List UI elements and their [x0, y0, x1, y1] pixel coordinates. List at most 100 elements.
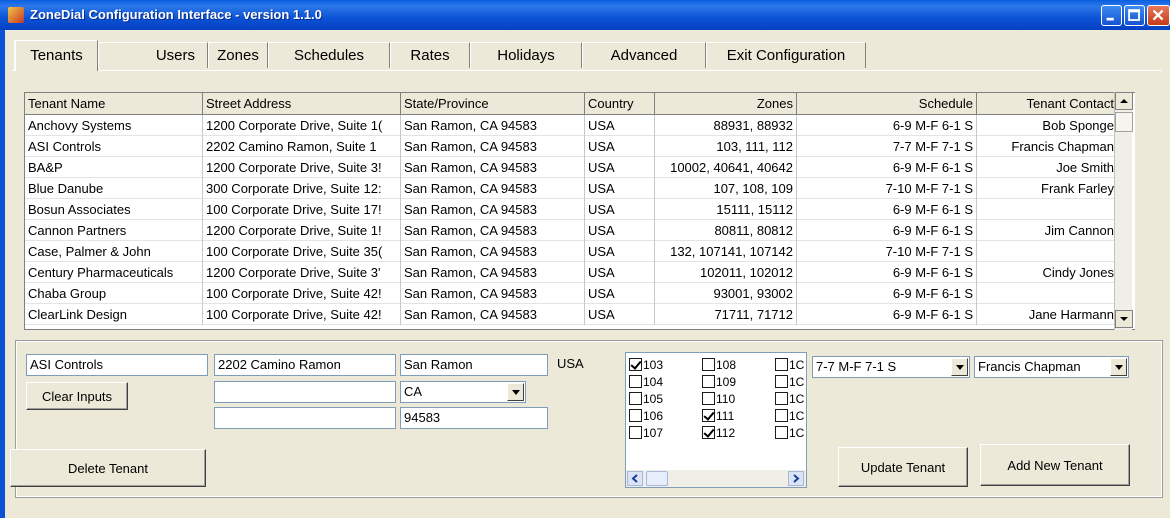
- close-button[interactable]: [1147, 5, 1170, 26]
- zone-checkbox[interactable]: 1C: [775, 373, 804, 391]
- chevron-left-icon: [631, 474, 638, 483]
- table-header: Tenant Name Street Address State/Provinc…: [25, 93, 1118, 115]
- table-row[interactable]: Century Pharmaceuticals 1200 Corporate D…: [25, 262, 1118, 283]
- zone-checkbox[interactable]: 111: [702, 407, 734, 425]
- delete-tenant-button[interactable]: Delete Tenant: [10, 449, 206, 487]
- checkbox-icon: [629, 426, 642, 439]
- zone-checkbox[interactable]: 108: [702, 356, 736, 374]
- scroll-thumb[interactable]: [1115, 112, 1133, 132]
- window-frame: [0, 30, 5, 518]
- chevron-down-icon[interactable]: [951, 358, 968, 376]
- table-row[interactable]: Anchovy Systems 1200 Corporate Drive, Su…: [25, 115, 1118, 136]
- zone-checkbox[interactable]: 1C: [775, 356, 804, 374]
- cell-contact: Jane Harmann: [977, 304, 1118, 325]
- zone-checkbox[interactable]: 104: [629, 373, 663, 391]
- zip-field[interactable]: 94583: [400, 407, 548, 429]
- cell-state: San Ramon, CA 94583: [401, 136, 585, 157]
- cell-state: San Ramon, CA 94583: [401, 304, 585, 325]
- cell-street: 100 Corporate Drive, Suite 17!: [203, 199, 401, 220]
- table-row[interactable]: Bosun Associates 100 Corporate Drive, Su…: [25, 199, 1118, 220]
- scroll-right-button[interactable]: [788, 471, 804, 486]
- cell-state: San Ramon, CA 94583: [401, 241, 585, 262]
- zone-checkbox[interactable]: 103: [629, 356, 663, 374]
- city-field[interactable]: San Ramon: [400, 354, 548, 376]
- table-row[interactable]: BA&P 1200 Corporate Drive, Suite 3! San …: [25, 157, 1118, 178]
- zone-checkbox[interactable]: 110: [702, 390, 735, 408]
- cell-street: 100 Corporate Drive, Suite 42!: [203, 283, 401, 304]
- cell-tenant-name: Anchovy Systems: [25, 115, 203, 136]
- cell-country: USA: [585, 178, 655, 199]
- schedule-select[interactable]: 7-7 M-F 7-1 S: [812, 356, 970, 378]
- table-row[interactable]: ClearLink Design 100 Corporate Drive, Su…: [25, 304, 1118, 325]
- tab-tenants[interactable]: Tenants: [14, 40, 98, 71]
- zone-checkbox[interactable]: 107: [629, 424, 663, 442]
- chevron-right-icon: [793, 474, 800, 483]
- street-address-line2-field[interactable]: [214, 381, 396, 403]
- column-header[interactable]: Tenant Name: [25, 93, 203, 115]
- zone-checkbox[interactable]: 106: [629, 407, 663, 425]
- cell-tenant-name: Century Pharmaceuticals: [25, 262, 203, 283]
- table-row[interactable]: ASI Controls 2202 Camino Ramon, Suite 1 …: [25, 136, 1118, 157]
- cell-state: San Ramon, CA 94583: [401, 220, 585, 241]
- tenant-name-field[interactable]: ASI Controls: [26, 354, 208, 376]
- zone-checkbox[interactable]: 1C: [775, 390, 804, 408]
- column-header[interactable]: Zones: [655, 93, 797, 115]
- cell-zones: 88931, 88932: [655, 115, 797, 136]
- zone-checkbox[interactable]: 1C: [775, 407, 804, 425]
- clear-inputs-button[interactable]: Clear Inputs: [26, 382, 128, 410]
- scroll-up-button[interactable]: [1115, 92, 1133, 110]
- cell-zones: 132, 107141, 107142: [655, 241, 797, 262]
- cell-country: USA: [585, 241, 655, 262]
- chevron-down-icon[interactable]: [507, 383, 524, 401]
- street-address-line3-field[interactable]: [214, 407, 396, 429]
- zone-checklist[interactable]: 103 104 105 106 107 108 109 110 111 112 …: [625, 352, 807, 488]
- column-header[interactable]: Street Address: [203, 93, 401, 115]
- tab-rates[interactable]: Rates: [390, 42, 470, 68]
- cell-contact: [977, 283, 1118, 304]
- table-scrollbar[interactable]: [1114, 92, 1133, 330]
- tab-exit-configuration[interactable]: Exit Configuration: [706, 42, 866, 68]
- cell-street: 300 Corporate Drive, Suite 12:: [203, 178, 401, 199]
- zone-checkbox[interactable]: 109: [702, 373, 736, 391]
- table-row[interactable]: Chaba Group 100 Corporate Drive, Suite 4…: [25, 283, 1118, 304]
- zone-checkbox[interactable]: 112: [702, 424, 735, 442]
- close-icon: [1152, 9, 1164, 21]
- scroll-left-button[interactable]: [627, 471, 643, 486]
- zone-horizontal-scrollbar[interactable]: [626, 470, 806, 487]
- contact-select[interactable]: Francis Chapman: [974, 356, 1129, 378]
- tab-advanced[interactable]: Advanced: [582, 42, 706, 68]
- zone-checkbox[interactable]: 105: [629, 390, 663, 408]
- update-tenant-button[interactable]: Update Tenant: [838, 447, 968, 487]
- scroll-thumb[interactable]: [646, 471, 668, 486]
- maximize-button[interactable]: [1124, 5, 1145, 26]
- scroll-down-button[interactable]: [1115, 310, 1133, 328]
- checkbox-icon: [775, 392, 788, 405]
- tab-schedules[interactable]: Schedules: [268, 42, 390, 68]
- state-select[interactable]: CA: [400, 381, 526, 403]
- table-row[interactable]: Case, Palmer & John 100 Corporate Drive,…: [25, 241, 1118, 262]
- cell-contact: [977, 241, 1118, 262]
- tab-zones[interactable]: Zones: [208, 42, 268, 68]
- table-row[interactable]: Blue Danube 300 Corporate Drive, Suite 1…: [25, 178, 1118, 199]
- table-row[interactable]: Cannon Partners 1200 Corporate Drive, Su…: [25, 220, 1118, 241]
- street-address-field[interactable]: 2202 Camino Ramon: [214, 354, 396, 376]
- add-new-tenant-button[interactable]: Add New Tenant: [980, 444, 1130, 486]
- chevron-down-icon[interactable]: [1110, 358, 1127, 376]
- column-header[interactable]: Tenant Contact: [977, 93, 1118, 115]
- cell-schedule: 7-7 M-F 7-1 S: [797, 136, 977, 157]
- country-label: USA: [557, 356, 584, 371]
- zone-checkbox[interactable]: 1C: [775, 424, 804, 442]
- cell-country: USA: [585, 157, 655, 178]
- title-bar[interactable]: ZoneDial Configuration Interface - versi…: [0, 0, 1170, 30]
- cell-schedule: 6-9 M-F 6-1 S: [797, 115, 977, 136]
- minimize-button[interactable]: [1101, 5, 1122, 26]
- cell-schedule: 6-9 M-F 6-1 S: [797, 262, 977, 283]
- cell-contact: [977, 199, 1118, 220]
- column-header[interactable]: Schedule: [797, 93, 977, 115]
- checkbox-icon: [629, 375, 642, 388]
- column-header[interactable]: State/Province: [401, 93, 585, 115]
- column-header[interactable]: Country: [585, 93, 655, 115]
- tab-holidays[interactable]: Holidays: [470, 42, 582, 68]
- tab-users[interactable]: Users: [98, 42, 208, 68]
- tenant-table[interactable]: Tenant Name Street Address State/Provinc…: [24, 92, 1135, 330]
